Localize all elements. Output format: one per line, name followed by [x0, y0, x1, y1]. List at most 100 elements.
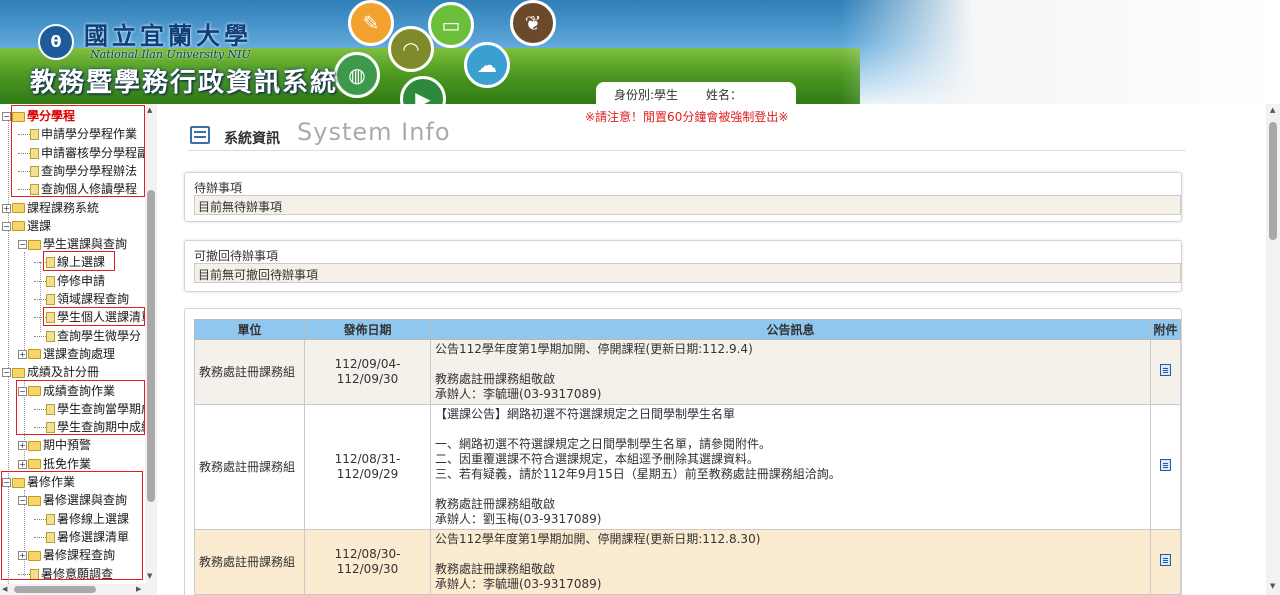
expand-toggle-icon[interactable]: −	[2, 368, 11, 378]
column-header: 單位	[194, 319, 305, 340]
tree-guide	[24, 252, 25, 358]
sidebar-item[interactable]: + 期中預警	[18, 436, 91, 454]
identity-label: 身份別:學生	[614, 88, 679, 102]
folder-icon	[28, 440, 41, 451]
sidebar-item[interactable]: 領域課程查詢	[34, 290, 129, 308]
message-line: 承辦人：李毓珊(03-9317089)	[435, 387, 602, 401]
header-banner-fade	[840, 0, 1280, 104]
attachment-icon[interactable]	[1160, 554, 1171, 566]
tree-connector	[34, 299, 46, 300]
scroll-up-arrow-icon[interactable]: ▲	[1270, 106, 1275, 114]
expand-toggle-icon[interactable]: −	[2, 112, 11, 121]
table-row: 教務處註冊課務組 112/08/30-112/09/30 公告112學年度第1學期加…	[194, 529, 1181, 595]
sidebar-tree: − 學分學程 申請學分學程作業 申請審核學分學程副 查詢學分學程辦法 查詢個人修讀學程 + 課…	[0, 104, 157, 595]
university-name-en: National Ilan University NIU	[90, 48, 251, 61]
book-icon: ▭	[428, 2, 474, 48]
sidebar-item-label: 課程課務系統	[27, 200, 100, 215]
sidebar-item[interactable]: + 課程課務系統	[2, 199, 99, 217]
attachment-cell[interactable]	[1150, 529, 1181, 595]
sidebar-horizontal-scrollbar[interactable]: ◀ ▶	[0, 584, 157, 595]
folder-icon	[28, 239, 41, 250]
sidebar-item[interactable]: − 成績及計分冊	[2, 363, 99, 381]
attachment-icon[interactable]	[1160, 364, 1171, 376]
unit-cell: 教務處註冊課務組	[194, 529, 305, 595]
wifi-icon: ◠	[388, 26, 434, 72]
palette-icon: ✎	[348, 0, 394, 46]
scroll-left-arrow-icon[interactable]: ◀	[2, 585, 7, 593]
message-cell: 公告112學年度第1學期加開、停開課程(更新日期:112.9.4) 教務處註冊課務…	[430, 339, 1151, 405]
main-content: 系統資訊 System Info 待辦事項 目前無待辦事項 可撤回待辦事項 目前…	[160, 104, 1266, 595]
expand-toggle-icon[interactable]: −	[18, 240, 27, 250]
attachment-cell[interactable]	[1150, 404, 1181, 530]
leaf-icon: ❦	[510, 0, 556, 46]
message-line: 教務處註冊課務組敬啟	[435, 372, 556, 386]
sidebar-item[interactable]: − 選課	[2, 217, 51, 235]
name-label: 姓名：	[706, 88, 743, 102]
sidebar-item-label: 成績及計分冊	[27, 365, 100, 380]
system-title: 教務暨學務行政資訊系統	[30, 68, 339, 98]
document-icon	[46, 330, 55, 342]
attachment-icon[interactable]	[1160, 459, 1171, 471]
main-vertical-scrollbar[interactable]: ▲ ▼	[1266, 104, 1280, 595]
highlight-box	[1, 471, 143, 580]
message-line: 教務處註冊課務組敬啟	[435, 562, 556, 576]
tree-connector	[34, 335, 46, 337]
document-icon	[46, 294, 55, 305]
university-name: 國立宜蘭大學	[84, 21, 252, 50]
expand-toggle-icon[interactable]: −	[2, 221, 11, 231]
sidebar-item-label: 查詢學生微學分	[57, 328, 142, 343]
expand-toggle-icon[interactable]: +	[18, 441, 27, 451]
scroll-right-arrow-icon[interactable]: ▶	[136, 585, 141, 593]
highlight-box	[11, 105, 145, 197]
site-header: ✎ ▭ ◠ ☁ ❦ ◍ ▶ θ 國立宜蘭大學 National Ilan Uni…	[0, 0, 1280, 104]
highlight-box	[43, 307, 145, 326]
sidebar-item-label: 學生選課與查詢	[43, 237, 128, 252]
message-line	[435, 357, 1146, 372]
sidebar-item[interactable]: + 抵免作業	[18, 455, 91, 473]
folder-icon	[28, 459, 41, 470]
sidebar-item-label: 選課查詢處理	[43, 346, 116, 361]
expand-toggle-icon[interactable]: +	[18, 349, 27, 359]
scroll-up-arrow-icon[interactable]: ▲	[147, 106, 152, 114]
message-line: 公告112學年度第1學期加開、停開課程(更新日期:112.8.30)	[435, 532, 761, 546]
scroll-down-arrow-icon[interactable]: ▼	[1270, 582, 1275, 590]
highlight-box	[43, 251, 115, 271]
column-header: 公告訊息	[430, 319, 1151, 340]
message-line: 公告112學年度第1學期加開、停開課程(更新日期:112.9.4)	[435, 342, 753, 356]
revocable-title: 可撤回待辦事項	[194, 249, 279, 263]
title-divider	[188, 150, 1186, 151]
date-cell: 112/08/30-112/09/30	[304, 529, 431, 595]
sidebar-item[interactable]: + 選課查詢處理	[18, 345, 115, 363]
message-line: 【選課公告】網路初選不符選課規定之日間學制學生名單	[435, 407, 736, 421]
page-title: 系統資訊	[224, 131, 280, 147]
sidebar-item-label: 期中預警	[43, 438, 92, 453]
sidebar-item[interactable]: 查詢學生微學分	[34, 327, 141, 345]
table-row: 教務處註冊課務組 112/08/31-112/09/29 【選課公告】網路初選不符選…	[194, 404, 1181, 530]
globe-icon: ◍	[334, 52, 380, 98]
message-line: 教務處註冊課務組敬啟	[435, 497, 556, 511]
user-info-bar: 身份別:學生 姓名：	[596, 82, 796, 104]
scroll-down-arrow-icon[interactable]: ▼	[147, 572, 152, 580]
sidebar-item[interactable]: 停修申請	[34, 272, 105, 290]
unit-cell: 教務處註冊課務組	[194, 404, 305, 530]
attachment-cell[interactable]	[1150, 339, 1181, 405]
message-cell: 公告112學年度第1學期加開、停開課程(更新日期:112.8.30) 教務處註冊課…	[430, 529, 1151, 595]
sidebar-scroll-thumb[interactable]	[147, 190, 155, 502]
date-cell: 112/09/04-112/09/30	[304, 339, 431, 405]
folder-icon	[12, 221, 25, 232]
message-line: 承辦人：李毓珊(03-9317089)	[435, 577, 602, 591]
main-scroll-thumb[interactable]	[1269, 122, 1277, 240]
revocable-panel: 可撤回待辦事項 目前無可撤回待辦事項	[184, 240, 1182, 292]
revocable-value: 目前無可撤回待辦事項	[194, 263, 1181, 283]
sidebar-vertical-scrollbar[interactable]: ▲ ▼	[145, 104, 157, 584]
todo-value: 目前無待辦事項	[194, 195, 1181, 215]
expand-toggle-icon[interactable]: +	[2, 203, 11, 213]
sidebar-item-label: 停修申請	[57, 273, 106, 288]
folder-icon	[12, 367, 25, 378]
university-logo[interactable]: θ	[38, 24, 74, 60]
message-line	[435, 547, 1146, 562]
expand-toggle-icon[interactable]: +	[18, 459, 27, 469]
column-header: 發佈日期	[304, 319, 431, 340]
announcement-table: 單位 發佈日期 公告訊息 附件 教務處註冊課務組 112/09/04-112/09…	[194, 319, 1181, 595]
sidebar-hscroll-thumb[interactable]	[14, 586, 96, 593]
